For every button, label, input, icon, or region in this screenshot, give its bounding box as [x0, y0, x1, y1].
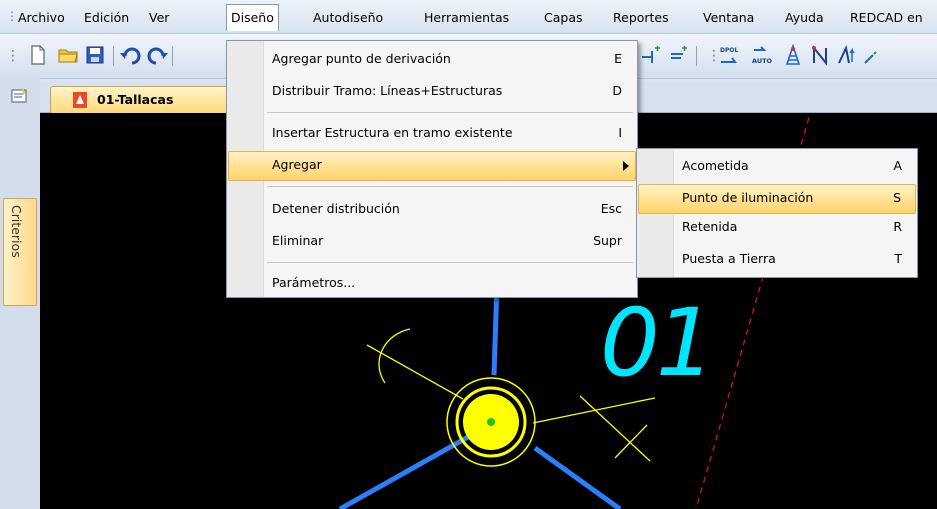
menu-item-shortcut: I	[618, 125, 622, 140]
menu-item-shortcut: E	[614, 51, 622, 66]
menu-diseno[interactable]: Diseño	[226, 4, 279, 31]
menu-herramientas[interactable]: Herramientas	[424, 8, 509, 28]
document-tab[interactable]: 01-Tallacas	[50, 86, 232, 113]
menu-item-label: Distribuir Tramo: Líneas+Estructuras	[272, 83, 503, 98]
toolbar-separator	[172, 46, 173, 66]
new-file-icon[interactable]	[27, 44, 49, 66]
add-structure-icon[interactable]	[667, 44, 689, 66]
menu-item-insertar-estructura[interactable]: Insertar Estructura en tramo existente I	[228, 119, 636, 147]
undo-icon[interactable]	[119, 44, 141, 66]
toolbar-separator	[696, 46, 697, 66]
redo-icon[interactable]	[147, 44, 169, 66]
toolbar-grip-icon[interactable]: ⋮	[6, 48, 20, 64]
menu-item-shortcut: Esc	[600, 201, 622, 216]
dpol-icon[interactable]: DPOL	[718, 44, 740, 66]
structure-number-label: 01	[600, 289, 716, 398]
menu-item-label: Insertar Estructura en tramo existente	[272, 125, 513, 140]
menu-item-label: Puesta a Tierra	[682, 251, 776, 266]
criterios-tab[interactable]: Criterios	[3, 198, 37, 306]
draw-line-icon[interactable]	[862, 44, 884, 66]
submenu-item-punto-iluminacion[interactable]: Punto de iluminación S	[638, 184, 916, 214]
panel-properties-icon[interactable]	[10, 87, 28, 105]
menu-item-shortcut: S	[893, 190, 901, 205]
menu-item-shortcut: Supr	[593, 233, 622, 248]
criterios-tab-label: Criterios	[9, 205, 24, 258]
menu-item-distribuir-tramo[interactable]: Distribuir Tramo: Líneas+Estructuras D	[228, 77, 636, 105]
menu-archivo[interactable]: Archivo	[18, 8, 65, 28]
yellow-ground-line	[532, 397, 656, 424]
yellow-arc	[378, 328, 411, 384]
menu-item-shortcut: A	[893, 158, 902, 173]
menu-capas[interactable]: Capas	[544, 8, 583, 28]
submenu-item-retenida[interactable]: Retenida R	[638, 213, 916, 241]
menu-item-label: Parámetros...	[272, 275, 356, 290]
submenu-item-acometida[interactable]: Acometida A	[638, 152, 916, 180]
measure-icon[interactable]	[836, 44, 858, 66]
side-panel: Criterios	[0, 78, 40, 509]
menu-item-label: Agregar	[272, 157, 322, 172]
menu-item-agregar-punto-derivacion[interactable]: Agregar punto de derivación E	[228, 45, 636, 73]
menu-separator	[267, 112, 633, 113]
menu-redcad[interactable]: REDCAD en	[850, 8, 923, 28]
add-branch-icon[interactable]	[640, 44, 662, 66]
menu-item-shortcut: R	[893, 219, 902, 234]
menu-bar: ⋮ Archivo Edición Ver Diseño Autodiseño …	[0, 0, 937, 34]
menu-ventana[interactable]: Ventana	[703, 8, 754, 28]
document-tab-icon	[73, 92, 87, 108]
menu-item-label: Acometida	[682, 158, 749, 173]
diseno-menu: Agregar punto de derivación E Distribuir…	[226, 40, 638, 298]
menu-item-parametros[interactable]: Parámetros...	[228, 269, 636, 297]
menu-item-label: Agregar punto de derivación	[272, 51, 451, 66]
menu-autodiseno[interactable]: Autodiseño	[313, 8, 383, 28]
node-link-icon[interactable]	[810, 44, 832, 66]
menu-item-detener-distribucion[interactable]: Detener distribución Esc	[228, 195, 636, 223]
menu-item-shortcut: T	[894, 251, 902, 266]
open-folder-icon[interactable]	[57, 44, 79, 66]
menu-ver[interactable]: Ver	[149, 8, 169, 28]
svg-text:DPOL: DPOL	[720, 47, 738, 54]
submenu-item-puesta-tierra[interactable]: Puesta a Tierra T	[638, 245, 916, 273]
svg-text:AUTO: AUTO	[752, 57, 772, 65]
pole-center-dot	[487, 418, 495, 426]
document-tab-label: 01-Tallacas	[97, 92, 174, 107]
submenu-arrow-icon	[623, 161, 629, 171]
auto-icon[interactable]: AUTO	[750, 44, 772, 66]
menu-separator	[267, 186, 633, 187]
toolbar-separator	[113, 46, 114, 66]
blue-line-southeast	[533, 445, 622, 509]
menu-item-eliminar[interactable]: Eliminar Supr	[228, 227, 636, 255]
menu-edicion[interactable]: Edición	[84, 8, 129, 28]
menu-item-label: Eliminar	[272, 233, 324, 248]
save-icon[interactable]	[84, 44, 106, 66]
menu-reportes[interactable]: Reportes	[613, 8, 669, 28]
menu-separator	[267, 262, 633, 263]
menu-item-label: Punto de iluminación	[682, 190, 814, 205]
menu-item-label: Retenida	[682, 219, 738, 234]
menubar-grip-icon[interactable]: ⋮	[6, 9, 18, 23]
menu-item-agregar[interactable]: Agregar	[228, 151, 636, 181]
menu-item-shortcut: D	[612, 83, 622, 98]
tower-icon[interactable]	[782, 44, 804, 66]
agregar-submenu: Acometida A Punto de iluminación S Reten…	[636, 148, 918, 278]
menu-ayuda[interactable]: Ayuda	[785, 8, 824, 28]
menu-item-label: Detener distribución	[272, 201, 400, 216]
